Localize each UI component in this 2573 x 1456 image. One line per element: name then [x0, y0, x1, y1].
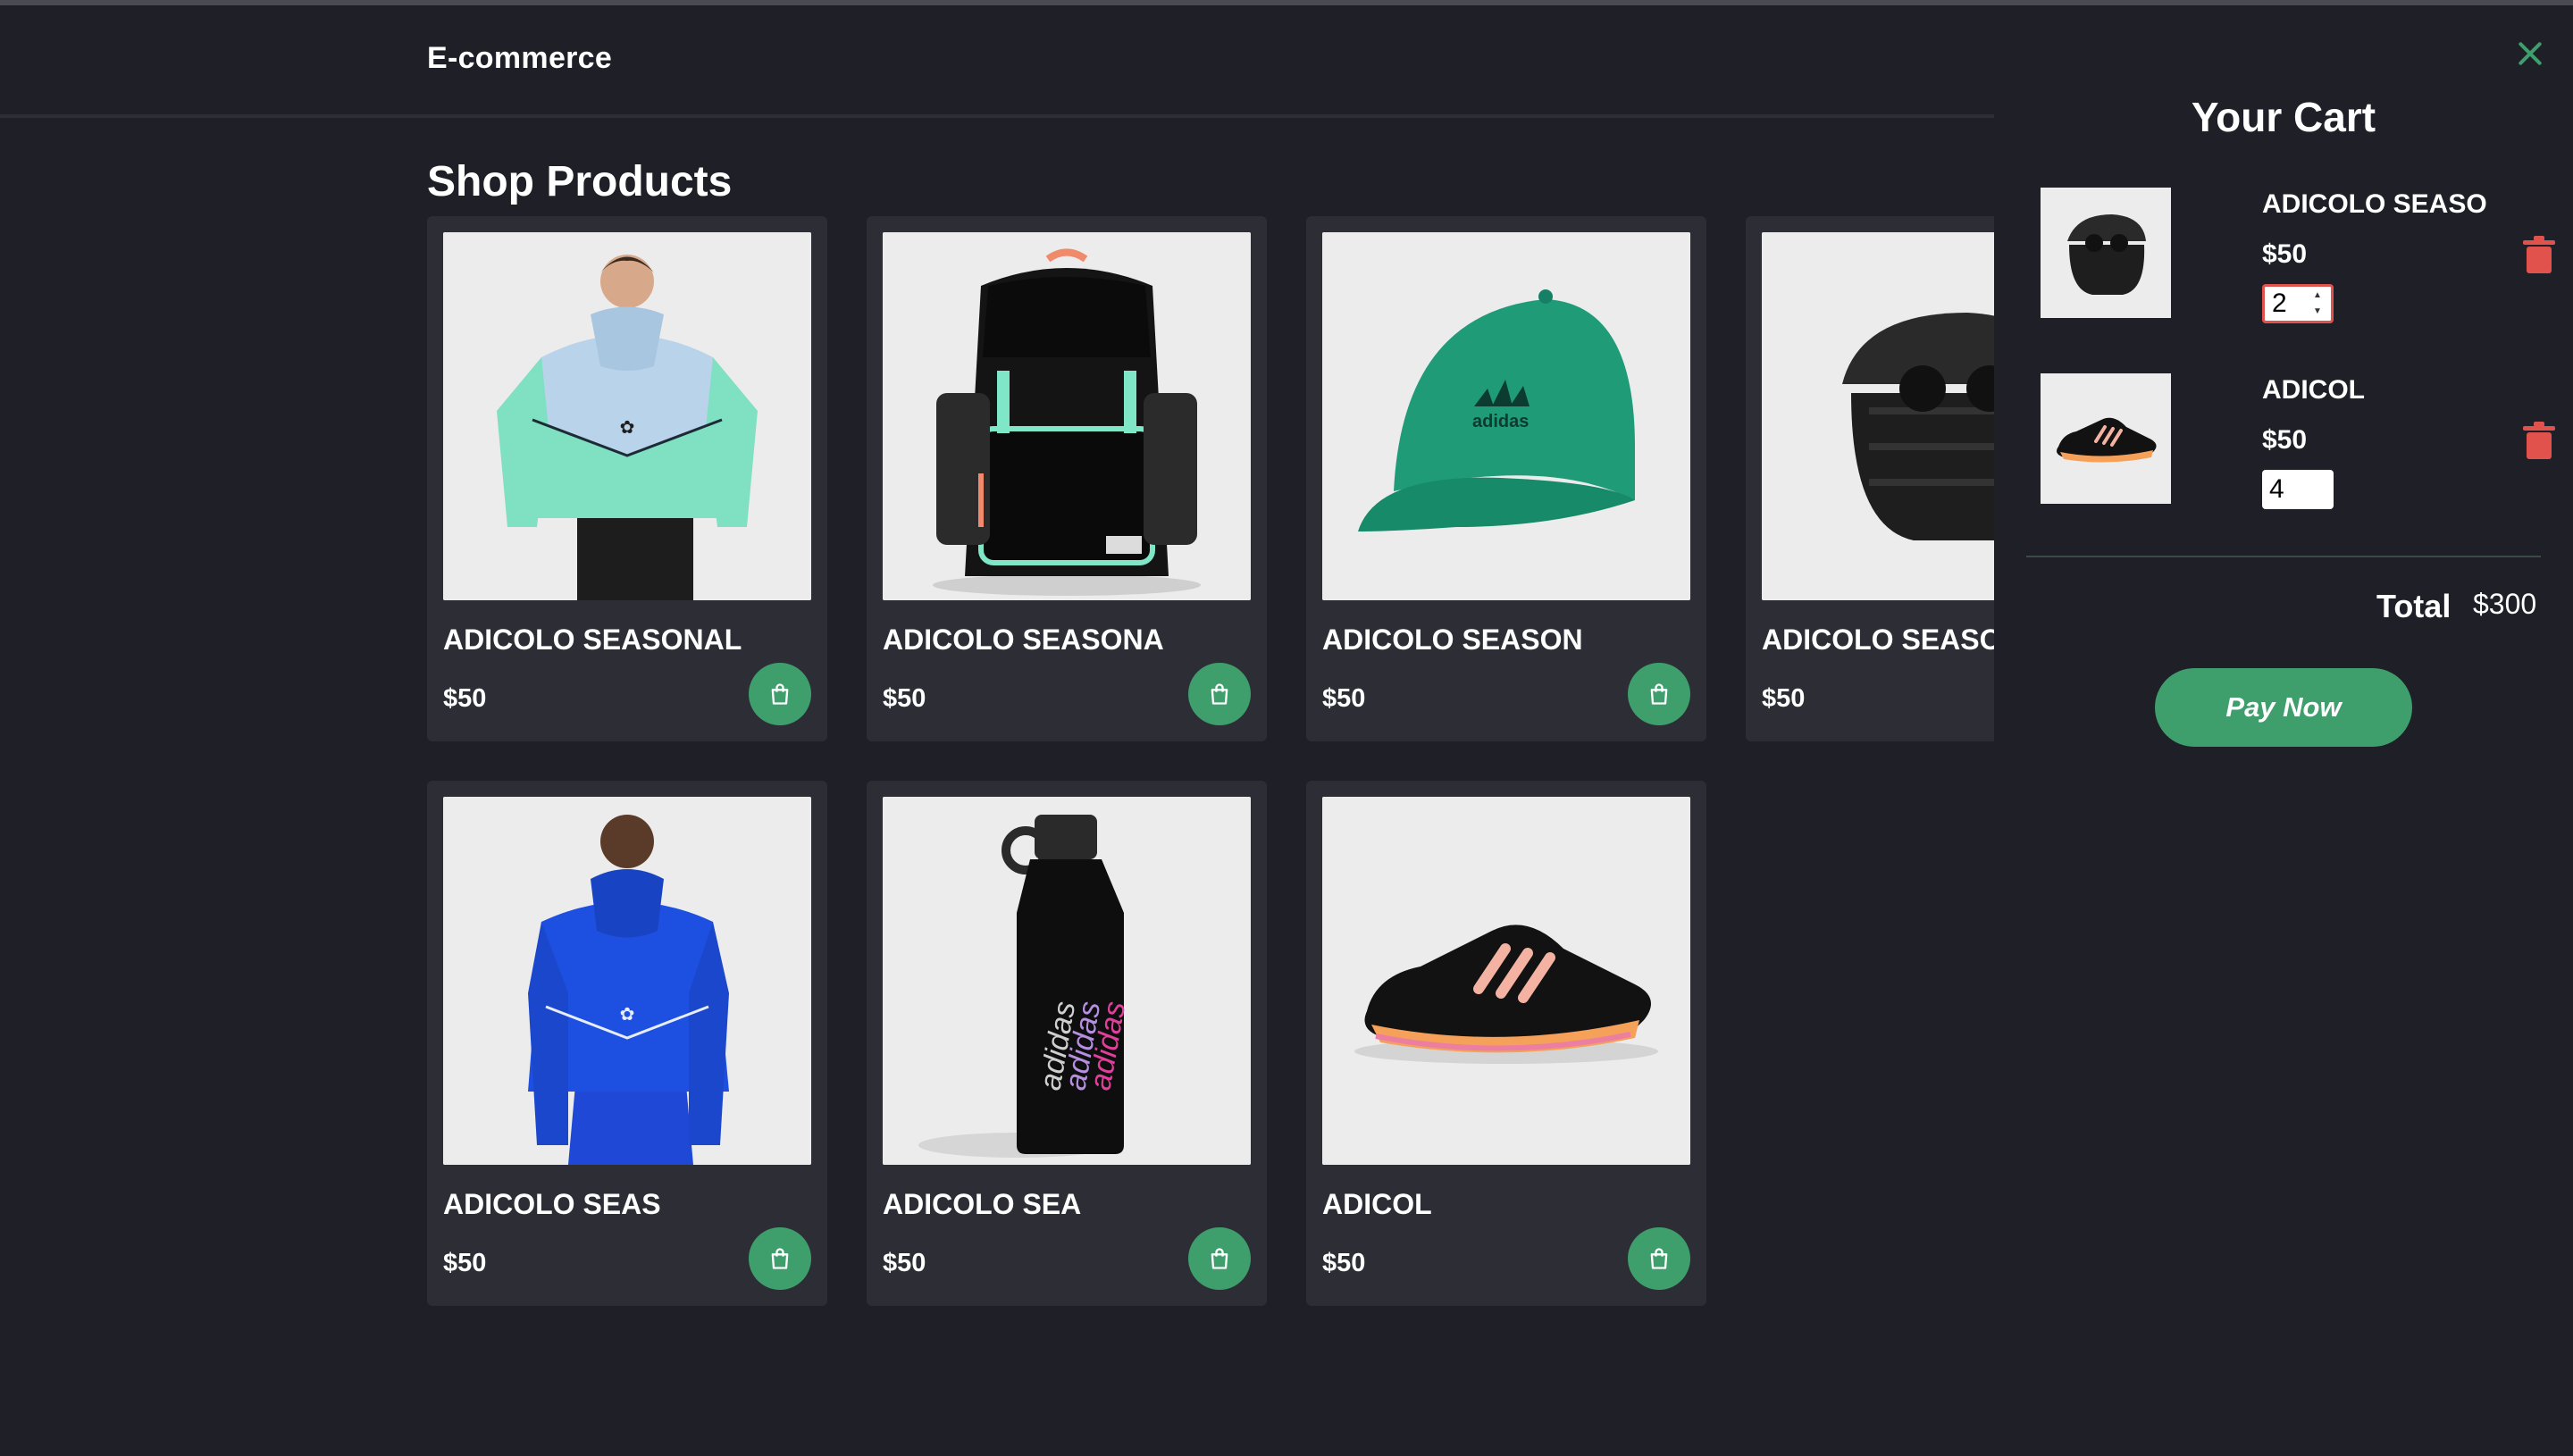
add-to-cart-button[interactable]	[1188, 663, 1251, 725]
product-price: $50	[443, 1249, 487, 1277]
product-name: ADICOLO SEASON	[1322, 623, 1583, 656]
add-to-cart-button[interactable]	[1628, 663, 1690, 725]
add-to-cart-button[interactable]	[749, 663, 811, 725]
quantity-value: 2	[2272, 289, 2287, 318]
product-card[interactable]: adidas adidas adidas ADICOLO SEA $50	[867, 781, 1267, 1306]
shopping-bag-icon	[771, 683, 789, 705]
shopping-bag-icon	[1650, 1248, 1668, 1269]
product-image[interactable]	[1762, 232, 1994, 600]
shopping-bag-icon	[1211, 1248, 1228, 1269]
pay-now-button[interactable]: Pay Now	[2155, 668, 2412, 747]
product-image[interactable]: adidas adidas adidas	[883, 797, 1251, 1165]
product-image[interactable]: ✿	[443, 232, 811, 600]
cart-item: ADICOLO SEASO $50 2 ▲ ▼	[2041, 188, 2555, 323]
cart-item-image	[2041, 188, 2171, 318]
cart-item-image	[2041, 373, 2171, 504]
trash-icon	[2523, 236, 2555, 273]
cart-drawer: Your Cart ADICOLO SEASO $50 2 ▲ ▼ ADICOL…	[1994, 5, 2573, 1456]
svg-text:✿: ✿	[620, 418, 635, 438]
shopping-bag-icon	[1211, 683, 1228, 705]
product-name: ADICOLO SEASONA	[883, 623, 1164, 656]
page-title: Shop Products	[427, 158, 733, 205]
products-area: Shop Products ✿ ADICOLO SEASONAL $50 ADI…	[0, 0, 1994, 1456]
add-to-cart-button[interactable]	[749, 1227, 811, 1290]
total-value: $300	[2473, 588, 2537, 620]
cart-item: ADICOL $50 4	[2041, 373, 2555, 509]
product-image[interactable]: ✿	[443, 797, 811, 1165]
product-price: $50	[1322, 684, 1366, 713]
remove-item-button[interactable]	[2523, 236, 2555, 275]
product-name: ADICOL	[1322, 1188, 1432, 1220]
product-image[interactable]	[1322, 797, 1690, 1165]
cart-item-price: $50	[2262, 425, 2308, 455]
product-card[interactable]: ADICOLO SEASO $50	[1746, 216, 1994, 741]
shopping-bag-icon	[771, 1248, 789, 1269]
add-to-cart-button[interactable]	[1628, 1227, 1690, 1290]
total-label: Total	[2376, 588, 2451, 624]
quantity-stepper[interactable]: 4	[2262, 470, 2334, 509]
svg-text:✿: ✿	[620, 1005, 635, 1025]
close-cart-button[interactable]	[2512, 36, 2548, 71]
increment-icon[interactable]: ▲	[2313, 290, 2326, 301]
cart-divider	[2026, 556, 2541, 557]
spinner-arrows[interactable]: ▲ ▼	[2313, 290, 2326, 317]
product-card[interactable]: ADICOL $50	[1306, 781, 1706, 1306]
close-icon	[2519, 42, 2542, 65]
add-to-cart-button[interactable]	[1188, 1227, 1251, 1290]
product-card[interactable]: adidas ADICOLO SEASON $50	[1306, 216, 1706, 741]
cart-item-name: ADICOLO SEASO	[2262, 189, 2487, 219]
product-card[interactable]: ADICOLO SEASONA $50	[867, 216, 1267, 741]
product-card[interactable]: ✿ ADICOLO SEAS $50	[427, 781, 827, 1306]
product-image[interactable]	[883, 232, 1251, 600]
product-price: $50	[1322, 1249, 1366, 1277]
product-name: ADICOLO SEASONAL	[443, 623, 742, 656]
remove-item-button[interactable]	[2523, 422, 2555, 461]
decrement-icon[interactable]: ▼	[2313, 306, 2326, 317]
trash-icon	[2523, 422, 2555, 459]
product-name: ADICOLO SEASO	[1762, 623, 1994, 656]
product-card[interactable]: ✿ ADICOLO SEASONAL $50	[427, 216, 827, 741]
quantity-value: 4	[2269, 474, 2284, 504]
product-price: $50	[883, 1249, 926, 1277]
cart-item-price: $50	[2262, 239, 2308, 269]
product-price: $50	[883, 684, 926, 713]
product-price: $50	[1762, 684, 1806, 713]
product-name: ADICOLO SEA	[883, 1188, 1082, 1220]
shopping-bag-icon	[1650, 683, 1668, 705]
svg-text:adidas: adidas	[1472, 412, 1529, 431]
cart-item-name: ADICOL	[2262, 375, 2365, 405]
product-price: $50	[443, 684, 487, 713]
product-name: ADICOLO SEAS	[443, 1188, 661, 1220]
product-image[interactable]: adidas	[1322, 232, 1690, 600]
cart-title: Your Cart	[2191, 94, 2376, 140]
quantity-stepper[interactable]: 2 ▲ ▼	[2262, 284, 2334, 323]
